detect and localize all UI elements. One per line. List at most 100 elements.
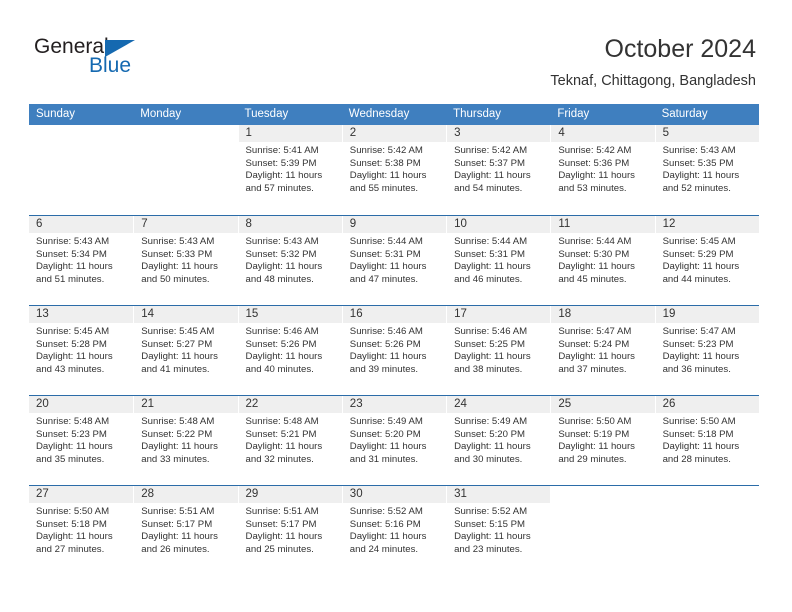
day-number: 20: [29, 396, 134, 413]
day-number: 24: [447, 396, 551, 413]
calendar-day-cell[interactable]: 12 Sunrise: 5:45 AM Sunset: 5:29 PM Dayligh…: [654, 216, 759, 305]
sun-info-line-sunrise: Sunrise: 5:47 AM: [662, 326, 736, 337]
calendar-day-cell[interactable]: 28 Sunrise: 5:51 AM Sunset: 5:17 PM Dayligh…: [133, 486, 238, 575]
sun-info-line-daylight-1: Daylight: 11 hours: [36, 351, 113, 363]
sun-info-line-daylight-2: and 47 minutes.: [349, 273, 419, 285]
general-blue-logo[interactable]: General Blue: [34, 36, 214, 84]
calendar-week-row: 27 Sunrise: 5:50 AM Sunset: 5:18 PM Dayligh…: [29, 485, 759, 575]
calendar-day-cell[interactable]: 29 Sunrise: 5:51 AM Sunset: 5:17 PM Dayligh…: [237, 486, 342, 575]
sun-info-line-daylight-1: Daylight: 11 hours: [349, 351, 427, 363]
calendar-day-cell[interactable]: 2 Sunrise: 5:42 AM Sunset: 5:38 PM Daylight…: [341, 125, 447, 214]
sun-info: Sunrise: 5:49 AM Sunset: 5:20 PM Daylight:…: [343, 413, 446, 466]
sun-info-line-daylight-2: and 31 minutes.: [349, 453, 419, 465]
calendar-day-cell[interactable]: 9 Sunrise: 5:44 AM Sunset: 5:31 PM Daylight…: [341, 216, 447, 305]
calendar-day-cell[interactable]: 24 Sunrise: 5:49 AM Sunset: 5:20 PM Dayligh…: [446, 396, 551, 485]
sun-info-line-sunset: Sunset: 5:39 PM: [245, 157, 317, 169]
sun-info-line-daylight-2: and 52 minutes.: [662, 182, 731, 194]
day-of-week-header-row: Sunday Monday Tuesday Wednesday Thursday…: [29, 104, 759, 125]
day-number: 2: [342, 125, 447, 142]
calendar-day-cell[interactable]: 27 Sunrise: 5:50 AM Sunset: 5:18 PM Dayligh…: [29, 486, 134, 575]
calendar-day-cell[interactable]: 22 Sunrise: 5:48 AM Sunset: 5:21 PM Dayligh…: [237, 396, 342, 485]
calendar-day-cell[interactable]: 8 Sunrise: 5:43 AM Sunset: 5:32 PM Daylight…: [237, 216, 342, 305]
calendar-week-row: 6 Sunrise: 5:43 AM Sunset: 5:34 PM Daylight…: [29, 215, 759, 305]
calendar-day-cell[interactable]: 13 Sunrise: 5:45 AM Sunset: 5:28 PM Dayligh…: [29, 306, 134, 395]
sun-info-line-sunrise: Sunrise: 5:42 AM: [454, 145, 528, 156]
sun-info-line-sunrise: Sunrise: 5:47 AM: [558, 326, 632, 337]
sun-info-line-sunset: Sunset: 5:31 PM: [349, 248, 421, 260]
sun-info-line-sunrise: Sunrise: 5:49 AM: [349, 416, 423, 427]
sun-info-line-sunset: Sunset: 5:33 PM: [141, 248, 213, 260]
calendar-day-cell[interactable]: 25 Sunrise: 5:50 AM Sunset: 5:19 PM Dayligh…: [550, 396, 655, 485]
sun-info-line-daylight-1: Daylight: 11 hours: [141, 351, 218, 363]
calendar-day-cell[interactable]: 30 Sunrise: 5:52 AM Sunset: 5:16 PM Dayligh…: [341, 486, 447, 575]
sun-info-line-daylight-1: Daylight: 11 hours: [36, 441, 113, 453]
sun-info-line-daylight-2: and 50 minutes.: [141, 273, 210, 285]
sun-info-line-daylight-2: and 54 minutes.: [454, 182, 523, 194]
sun-info-line-daylight-2: and 28 minutes.: [662, 453, 731, 465]
sun-info-line-sunset: Sunset: 5:18 PM: [662, 428, 734, 440]
sun-info-line-daylight-2: and 55 minutes.: [349, 182, 419, 194]
sun-info: Sunrise: 5:41 AM Sunset: 5:39 PM Daylight:…: [239, 142, 342, 195]
page-subtitle: Teknaf, Chittagong, Bangladesh: [550, 73, 756, 89]
calendar-day-cell[interactable]: 1 Sunrise: 5:41 AM Sunset: 5:39 PM Daylight…: [237, 125, 342, 214]
sun-info: Sunrise: 5:43 AM Sunset: 5:35 PM Daylight:…: [656, 142, 759, 195]
calendar-day-cell-empty: [654, 486, 759, 575]
sun-info-line-daylight-1: Daylight: 11 hours: [558, 351, 635, 363]
sun-info-line-sunrise: Sunrise: 5:43 AM: [36, 236, 110, 247]
calendar-day-cell[interactable]: 23 Sunrise: 5:49 AM Sunset: 5:20 PM Dayligh…: [341, 396, 447, 485]
calendar-day-cell[interactable]: 10 Sunrise: 5:44 AM Sunset: 5:31 PM Dayligh…: [446, 216, 551, 305]
sun-info-line-daylight-2: and 45 minutes.: [558, 273, 627, 285]
sun-info-line-daylight-1: Daylight: 11 hours: [36, 261, 113, 273]
sun-info-line-sunrise: Sunrise: 5:49 AM: [454, 416, 528, 427]
sun-info: Sunrise: 5:46 AM Sunset: 5:26 PM Daylight:…: [343, 323, 446, 376]
sun-info-line-sunrise: Sunrise: 5:46 AM: [245, 326, 319, 337]
day-number: [29, 125, 133, 142]
calendar-week-row: 20 Sunrise: 5:48 AM Sunset: 5:23 PM Dayligh…: [29, 395, 759, 485]
day-header-wednesday: Wednesday: [341, 104, 447, 125]
sun-info-line-sunrise: Sunrise: 5:45 AM: [662, 236, 736, 247]
sun-info-line-daylight-2: and 37 minutes.: [558, 363, 627, 375]
calendar-day-cell[interactable]: 14 Sunrise: 5:45 AM Sunset: 5:27 PM Dayligh…: [133, 306, 238, 395]
calendar-day-cell[interactable]: 15 Sunrise: 5:46 AM Sunset: 5:26 PM Dayligh…: [237, 306, 342, 395]
day-header-monday: Monday: [133, 104, 238, 125]
calendar-day-cell-empty: [550, 486, 655, 575]
sun-info: Sunrise: 5:46 AM Sunset: 5:26 PM Daylight:…: [239, 323, 342, 376]
sun-info: Sunrise: 5:48 AM Sunset: 5:23 PM Daylight:…: [29, 413, 133, 466]
sun-info-line-sunrise: Sunrise: 5:52 AM: [454, 506, 528, 517]
sun-info-line-daylight-1: Daylight: 11 hours: [349, 441, 427, 453]
sun-info-line-daylight-1: Daylight: 11 hours: [245, 531, 323, 543]
sun-info-line-sunset: Sunset: 5:30 PM: [558, 248, 630, 260]
calendar-day-cell[interactable]: 26 Sunrise: 5:50 AM Sunset: 5:18 PM Dayligh…: [654, 396, 759, 485]
calendar-day-cell[interactable]: 17 Sunrise: 5:46 AM Sunset: 5:25 PM Dayligh…: [446, 306, 551, 395]
sun-info-line-daylight-2: and 30 minutes.: [454, 453, 523, 465]
sun-info-line-sunset: Sunset: 5:25 PM: [454, 338, 525, 350]
calendar-day-cell[interactable]: 16 Sunrise: 5:46 AM Sunset: 5:26 PM Dayligh…: [341, 306, 447, 395]
calendar-day-cell[interactable]: 11 Sunrise: 5:44 AM Sunset: 5:30 PM Dayligh…: [550, 216, 655, 305]
sun-info-line-daylight-2: and 46 minutes.: [454, 273, 523, 285]
sun-info-line-sunrise: Sunrise: 5:44 AM: [558, 236, 632, 247]
sun-info: Sunrise: 5:52 AM Sunset: 5:15 PM Daylight:…: [447, 503, 550, 556]
sun-info-line-sunrise: Sunrise: 5:42 AM: [349, 145, 423, 156]
calendar-day-cell[interactable]: 4 Sunrise: 5:42 AM Sunset: 5:36 PM Daylight…: [550, 125, 655, 214]
sun-info-line-sunset: Sunset: 5:24 PM: [558, 338, 630, 350]
sun-info-line-daylight-1: Daylight: 11 hours: [141, 441, 218, 453]
calendar-day-cell[interactable]: 21 Sunrise: 5:48 AM Sunset: 5:22 PM Dayligh…: [133, 396, 238, 485]
calendar-day-cell[interactable]: 31 Sunrise: 5:52 AM Sunset: 5:15 PM Dayligh…: [446, 486, 551, 575]
sun-info: Sunrise: 5:45 AM Sunset: 5:29 PM Daylight:…: [656, 233, 759, 286]
sun-info-line-sunrise: Sunrise: 5:45 AM: [141, 326, 215, 337]
calendar-day-cell[interactable]: 5 Sunrise: 5:43 AM Sunset: 5:35 PM Daylight…: [654, 125, 759, 214]
calendar-day-cell[interactable]: 7 Sunrise: 5:43 AM Sunset: 5:33 PM Daylight…: [133, 216, 238, 305]
calendar-day-cell[interactable]: 18 Sunrise: 5:47 AM Sunset: 5:24 PM Dayligh…: [550, 306, 655, 395]
calendar-day-cell[interactable]: 19 Sunrise: 5:47 AM Sunset: 5:23 PM Dayligh…: [654, 306, 759, 395]
sun-info: Sunrise: 5:51 AM Sunset: 5:17 PM Daylight:…: [134, 503, 237, 556]
calendar-day-cell[interactable]: 6 Sunrise: 5:43 AM Sunset: 5:34 PM Daylight…: [29, 216, 134, 305]
sun-info-line-sunset: Sunset: 5:23 PM: [36, 428, 107, 440]
sun-info-line-daylight-2: and 29 minutes.: [558, 453, 627, 465]
day-number: 12: [655, 216, 759, 233]
day-number: 9: [342, 216, 447, 233]
calendar-day-cell[interactable]: 20 Sunrise: 5:48 AM Sunset: 5:23 PM Dayligh…: [29, 396, 134, 485]
calendar-day-cell[interactable]: 3 Sunrise: 5:42 AM Sunset: 5:37 PM Daylight…: [446, 125, 551, 214]
sun-info: Sunrise: 5:52 AM Sunset: 5:16 PM Daylight:…: [343, 503, 446, 556]
sun-info-line-daylight-1: Daylight: 11 hours: [558, 441, 635, 453]
sun-info: Sunrise: 5:49 AM Sunset: 5:20 PM Daylight:…: [447, 413, 550, 466]
